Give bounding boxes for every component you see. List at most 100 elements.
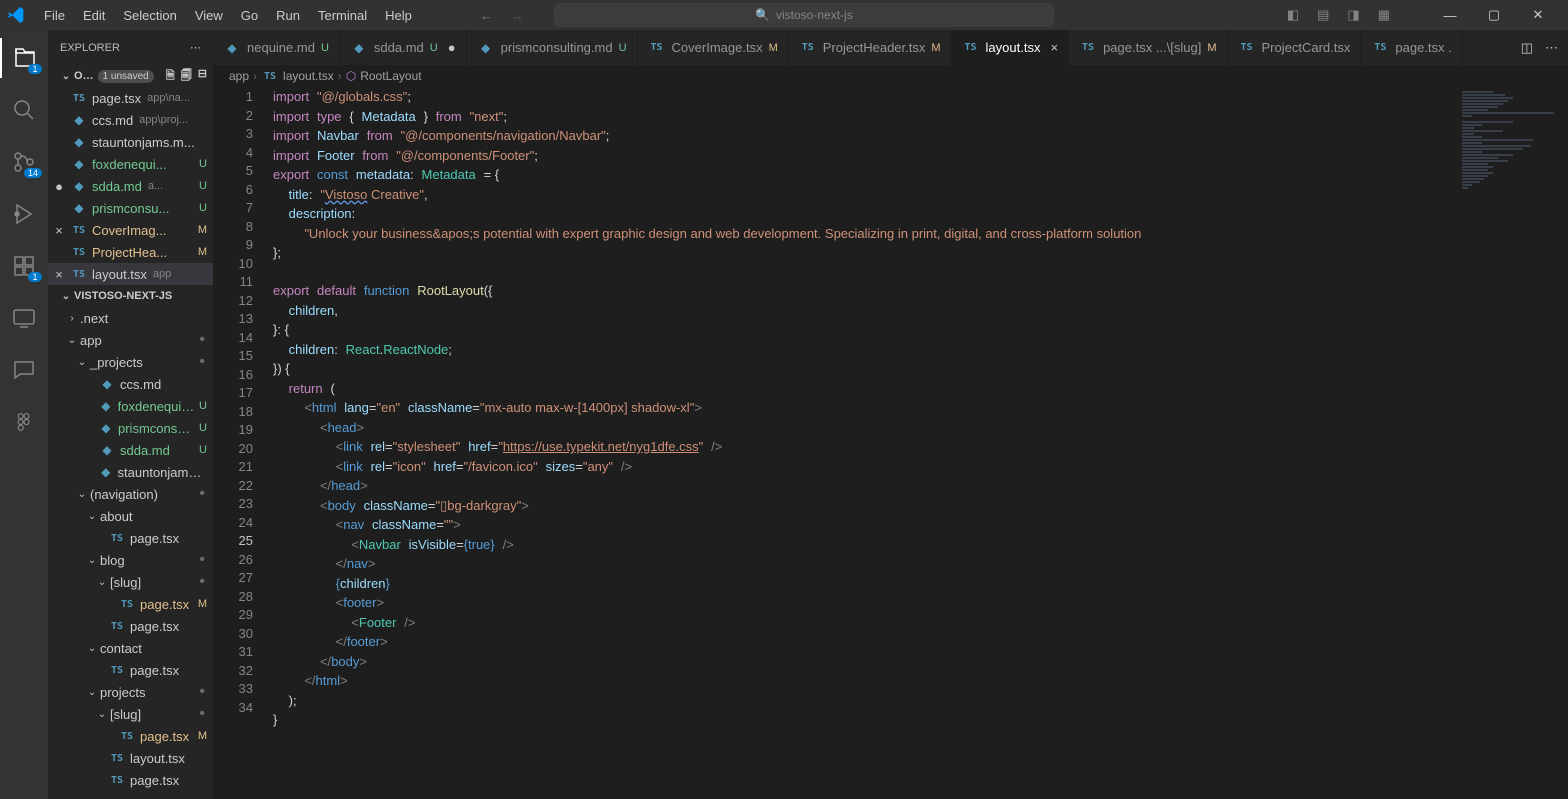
modified-dot-icon[interactable]: ● (52, 179, 66, 194)
tab-ProjectCard.tsx[interactable]: TSProjectCard.tsx (1228, 30, 1362, 65)
nav-back[interactable]: ← (480, 8, 493, 23)
file-stauntonjams.md[interactable]: ◆stauntonjams.md (48, 461, 213, 483)
tab-page.tsx .[interactable]: TSpage.tsx . (1361, 30, 1462, 65)
window-maximize[interactable]: ▢ (1472, 0, 1516, 30)
file-prismconsulti...[interactable]: ◆prismconsulti...U (48, 417, 213, 439)
tab-prismconsulting.md[interactable]: ◆prismconsulting.mdU (467, 30, 638, 65)
file-page.tsx[interactable]: TSpage.tsx (48, 527, 213, 549)
window-close[interactable]: ✕ (1516, 0, 1560, 30)
chevron-down-icon: ⌄ (60, 291, 72, 302)
file-page.tsx[interactable]: TSpage.tsxM (48, 725, 213, 747)
open-editor-item[interactable]: ◆ccs.mdapp\proj... (48, 109, 213, 131)
folder-contact[interactable]: ⌄contact (48, 637, 213, 659)
vscode-icon (8, 7, 24, 23)
close-icon[interactable]: × (52, 223, 66, 238)
project-section[interactable]: ⌄ VISTOSO-NEXT-JS (48, 285, 213, 307)
tab-CoverImage.tsx[interactable]: TSCoverImage.tsxM (638, 30, 789, 65)
layout-toggle-bottom-icon[interactable]: ▤ (1317, 7, 1329, 23)
open-editors-section[interactable]: ⌄ O… 1 unsaved 🗎 🗐 ⊟ (48, 65, 213, 87)
activity-scm[interactable]: 14 (0, 142, 48, 182)
menu-view[interactable]: View (187, 4, 231, 27)
menu-file[interactable]: File (36, 4, 73, 27)
save-all-icon[interactable]: 🗐 (181, 67, 192, 86)
activity-explorer[interactable]: 1 (0, 38, 48, 78)
md-icon: ◆ (223, 41, 241, 55)
activity-figma[interactable] (0, 402, 48, 442)
menu-run[interactable]: Run (268, 4, 308, 27)
folder-(navigation)[interactable]: ⌄(navigation)• (48, 483, 213, 505)
open-editor-item[interactable]: TSProjectHea...M (48, 241, 213, 263)
chevron-icon: ⌄ (96, 577, 108, 588)
menu-selection[interactable]: Selection (115, 4, 184, 27)
nav-forward[interactable]: → (511, 8, 524, 23)
open-editor-item[interactable]: ●◆sdda.mda...U (48, 175, 213, 197)
split-editor-icon[interactable]: ◫ (1521, 40, 1533, 56)
activity-remote[interactable] (0, 298, 48, 338)
file-page.tsx[interactable]: TSpage.tsx (48, 615, 213, 637)
folder-blog[interactable]: ⌄blog• (48, 549, 213, 571)
chevron-icon: ⌄ (66, 335, 78, 346)
menu-terminal[interactable]: Terminal (310, 4, 375, 27)
lightbulb-icon[interactable]: 💡 (273, 568, 274, 587)
tab-layout.tsx[interactable]: TSlayout.tsx× (952, 30, 1070, 65)
md-icon: ◆ (98, 443, 116, 457)
more-icon[interactable]: ⋯ (1545, 40, 1558, 56)
file-tree: ›.next⌄app•⌄_projects•◆ccs.md◆foxdenequi… (48, 307, 213, 799)
layout-toggle-left-icon[interactable]: ◧ (1287, 7, 1299, 23)
close-icon[interactable]: × (52, 267, 66, 282)
modified-dot-icon: • (199, 331, 213, 349)
activity-search[interactable] (0, 90, 48, 130)
open-editor-item[interactable]: ◆foxdenequi...U (48, 153, 213, 175)
file-page.tsx[interactable]: TSpage.tsx (48, 659, 213, 681)
file-layout.tsx[interactable]: TSlayout.tsx (48, 747, 213, 769)
folder-[slug][interactable]: ⌄[slug]• (48, 571, 213, 593)
file-sdda.md[interactable]: ◆sdda.mdU (48, 439, 213, 461)
menu-go[interactable]: Go (233, 4, 266, 27)
titlebar: FileEditSelectionViewGoRunTerminalHelp ←… (0, 0, 1568, 30)
tab-close-icon[interactable]: × (1050, 40, 1058, 55)
folder-[slug][interactable]: ⌄[slug]• (48, 703, 213, 725)
open-editor-item[interactable]: ×TSlayout.tsxapp (48, 263, 213, 285)
window-minimize[interactable]: — (1428, 0, 1472, 30)
activity-debug[interactable] (0, 194, 48, 234)
menu-help[interactable]: Help (377, 4, 420, 27)
code-editor[interactable]: 1234567891011121314151617181920212223242… (213, 87, 1568, 799)
ts-icon: TS (1371, 42, 1389, 53)
sidebar-more-icon[interactable]: ⋯ (190, 41, 201, 54)
folder-projects[interactable]: ⌄projects• (48, 681, 213, 703)
menu-edit[interactable]: Edit (75, 4, 113, 27)
folder-_projects[interactable]: ⌄_projects• (48, 351, 213, 373)
tab-page.tsx ...\[slug][interactable]: TSpage.tsx ...\[slug]M (1069, 30, 1227, 65)
tab-nequine.md[interactable]: ◆nequine.mdU (213, 30, 340, 65)
folder-app[interactable]: ⌄app• (48, 329, 213, 351)
layout-customize-icon[interactable]: ▦ (1378, 7, 1390, 23)
activity-extensions[interactable]: 1 (0, 246, 48, 286)
unsaved-badge: 1 unsaved (98, 70, 154, 83)
file-foxdenequine...[interactable]: ◆foxdenequine...U (48, 395, 213, 417)
command-center[interactable]: 🔍 vistoso-next-js (554, 3, 1054, 27)
ts-icon: TS (108, 753, 126, 764)
new-file-icon[interactable]: 🗎 (166, 67, 175, 86)
file-page.tsx[interactable]: TSpage.tsxM (48, 593, 213, 615)
modified-dot-icon[interactable]: ● (448, 40, 456, 55)
open-editor-item[interactable]: ◆stauntonjams.m... (48, 131, 213, 153)
tab-sdda.md[interactable]: ◆sdda.mdU● (340, 30, 467, 65)
breadcrumb[interactable]: app› TSlayout.tsx› ⬡RootLayout (213, 65, 1568, 87)
open-editor-item[interactable]: ×TSCoverImag...M (48, 219, 213, 241)
activity-comment[interactable] (0, 350, 48, 390)
folder-.next[interactable]: ›.next (48, 307, 213, 329)
file-ccs.md[interactable]: ◆ccs.md (48, 373, 213, 395)
ts-icon: TS (1238, 42, 1256, 53)
code-content[interactable]: import "@/globals.css"; import type { Me… (273, 87, 1458, 799)
tab-ProjectHeader.tsx[interactable]: TSProjectHeader.tsxM (789, 30, 952, 65)
modified-dot-icon: • (199, 551, 213, 569)
open-editor-item[interactable]: ◆prismconsu...U (48, 197, 213, 219)
file-page.tsx[interactable]: TSpage.tsx (48, 769, 213, 791)
layout-toggle-right-icon[interactable]: ◨ (1347, 7, 1359, 23)
open-editor-item[interactable]: TSpage.tsxapp\na... (48, 87, 213, 109)
close-all-icon[interactable]: ⊟ (198, 67, 207, 86)
minimap[interactable] (1458, 87, 1568, 799)
md-icon: ◆ (477, 41, 495, 55)
chevron-icon: ⌄ (86, 511, 98, 522)
folder-about[interactable]: ⌄about (48, 505, 213, 527)
